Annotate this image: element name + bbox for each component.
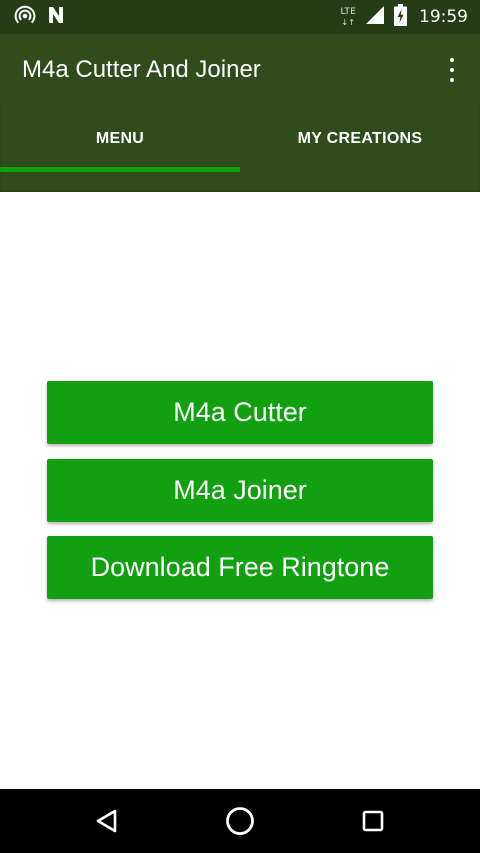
app-bar: M4a Cutter And Joiner (0, 34, 480, 106)
menu-content: M4a Cutter M4a Joiner Download Free Ring… (0, 192, 480, 789)
overflow-menu-icon[interactable] (442, 58, 462, 82)
status-right-icons: LTE ↓↑ 19:59 (340, 0, 468, 34)
tab-indicator (0, 167, 240, 172)
hotspot-icon (14, 4, 36, 30)
tab-bar: MENU MY CREATIONS (0, 106, 480, 192)
overflow-dot (450, 58, 454, 62)
battery-charging-icon (394, 4, 407, 30)
recents-icon[interactable] (333, 789, 413, 853)
signal-icon (364, 5, 386, 29)
m4a-cutter-button[interactable]: M4a Cutter (47, 381, 433, 444)
network-arrows: ↓↑ (341, 17, 356, 27)
navigation-bar (0, 789, 480, 853)
download-ringtone-button[interactable]: Download Free Ringtone (47, 536, 433, 599)
home-icon[interactable] (200, 789, 280, 853)
m4a-joiner-button[interactable]: M4a Joiner (47, 459, 433, 522)
status-left-icons (14, 4, 66, 30)
status-clock: 19:59 (419, 7, 468, 27)
back-icon[interactable] (67, 789, 147, 853)
status-bar: LTE ↓↑ 19:59 (0, 0, 480, 34)
app-title: M4a Cutter And Joiner (22, 56, 261, 83)
n-notification-icon (46, 5, 66, 29)
network-indicator: LTE ↓↑ (340, 6, 356, 27)
tab-my-creations[interactable]: MY CREATIONS (240, 106, 480, 172)
tab-menu[interactable]: MENU (0, 106, 240, 172)
network-type: LTE (340, 6, 356, 17)
overflow-dot (450, 68, 454, 72)
overflow-dot (450, 78, 454, 82)
